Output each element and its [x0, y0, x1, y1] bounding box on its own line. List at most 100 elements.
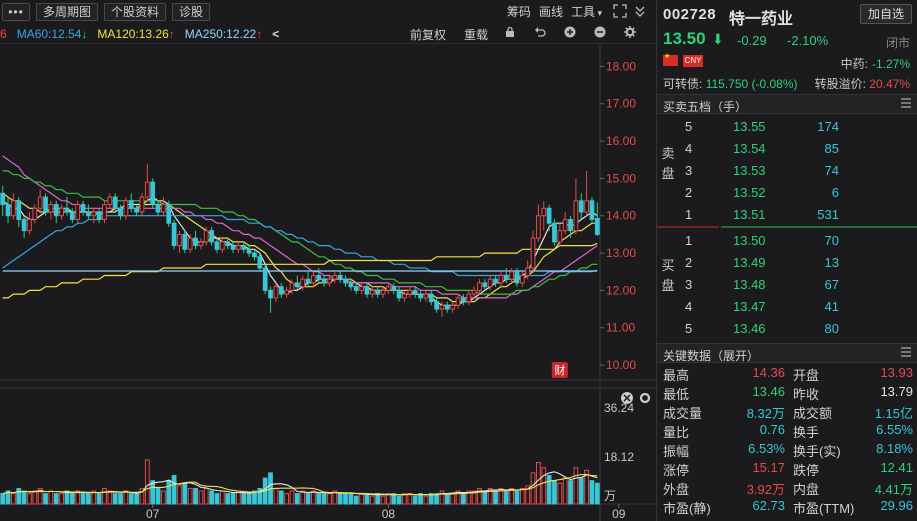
price: 13.53: [733, 163, 766, 178]
volume-bar: [423, 495, 429, 505]
price: 13.54: [733, 141, 766, 156]
bid-row[interactable]: 5 13.46 80: [679, 318, 917, 340]
candle-body: [241, 245, 247, 250]
stock-info-button[interactable]: 个股资料: [104, 3, 167, 21]
keydata-row: 振幅 6.53% 换手(实) 8.18%: [657, 439, 917, 459]
menu-icon[interactable]: [900, 346, 912, 361]
candle-body: [48, 204, 54, 213]
more-button[interactable]: •••: [2, 3, 30, 21]
ma60-value: MA60:12.54↓: [16, 26, 88, 41]
candle-body: [134, 207, 139, 213]
volume-bar: [225, 493, 231, 505]
candle-body: [128, 200, 134, 209]
candle-body: [407, 289, 413, 295]
candle-body: [236, 245, 241, 250]
event-marker: 财: [554, 363, 565, 377]
diagnose-button[interactable]: 诊股: [172, 3, 211, 21]
sector-change[interactable]: 中药: -1.27%: [841, 55, 910, 72]
volume-bar: [321, 493, 327, 505]
multi-period-button[interactable]: 多周期图: [36, 3, 99, 21]
chips-button[interactable]: 筹码: [507, 3, 531, 20]
kline-chart[interactable]: 18.00 17.00 16.00 15.00 14.00 13.00 12.00 11.00…: [0, 44, 656, 521]
volume-bar: [187, 487, 193, 505]
keydata-header[interactable]: 关键数据（展开）: [657, 343, 917, 363]
candle-body: [230, 245, 236, 250]
collapse-double-icon[interactable]: [632, 4, 648, 20]
candle-body: [359, 286, 364, 291]
market-status: 闭市: [885, 36, 910, 50]
overlay-button[interactable]: 重载: [464, 26, 488, 43]
candle-body: [444, 304, 450, 310]
volume-bar: [48, 490, 54, 505]
volume: 85: [824, 141, 839, 156]
candle-body: [348, 282, 354, 288]
candle-body: [187, 237, 193, 250]
bid-row[interactable]: 1 13.50 70: [679, 230, 917, 252]
ask-row[interactable]: 1 13.51 531: [679, 204, 917, 226]
price: 13.52: [733, 185, 766, 200]
zoom-out-icon[interactable]: [592, 26, 608, 42]
key-value: 15.17: [752, 460, 785, 475]
gear-icon[interactable]: [622, 26, 638, 42]
candle-body: [69, 211, 75, 220]
expand-icon[interactable]: [612, 3, 628, 20]
ask-row[interactable]: 5 13.55 174: [679, 116, 917, 138]
add-watchlist-button[interactable]: 加自选: [859, 4, 912, 24]
candle-body: [412, 289, 418, 295]
candle-body: [402, 293, 407, 299]
volume-bar: [482, 490, 488, 505]
tools-dropdown[interactable]: 工具: [571, 3, 602, 20]
ask-row[interactable]: 2 13.52 6: [679, 182, 917, 204]
bid-row[interactable]: 3 13.48 67: [679, 274, 917, 296]
menu-icon[interactable]: [900, 97, 912, 112]
bid-row[interactable]: 4 13.47 41: [679, 296, 917, 318]
convertible-bond[interactable]: 可转债: 115.750 (-0.08%): [663, 75, 798, 92]
key-value: 13.93: [880, 365, 913, 380]
volume-bar: [369, 495, 375, 505]
collapse-legend-button[interactable]: <: [272, 27, 279, 41]
candle-body: [514, 271, 520, 284]
candle-body: [568, 218, 573, 232]
volume-bar: [96, 493, 102, 505]
candle-body: [171, 222, 177, 247]
price-tick-label: 18.00: [606, 59, 636, 73]
draw-line-button[interactable]: 画线: [539, 3, 563, 20]
quote-panel: 002728 特一药业 加自选 13.50 ⬇ -0.29 -2.10% 闭市 …: [656, 0, 917, 521]
volume: 74: [824, 163, 839, 178]
candle-body: [289, 282, 295, 291]
candle-body: [21, 218, 27, 232]
key-value: 13.46: [752, 384, 785, 399]
candle-body: [450, 304, 456, 310]
keydata-row: 最低 13.46 昨收 13.79: [657, 382, 917, 402]
orderbook-header[interactable]: 买卖五档（手）: [657, 94, 917, 114]
ma60-line: [2, 215, 598, 277]
volume: 174: [817, 119, 839, 134]
candle-body: [375, 289, 381, 295]
ask-row[interactable]: 3 13.53 74: [679, 160, 917, 182]
price-tick-label: 17.00: [606, 97, 636, 111]
lock-icon[interactable]: [502, 26, 518, 42]
zoom-in-icon[interactable]: [562, 26, 578, 42]
candle-body: [391, 286, 397, 291]
volume-bar: [337, 493, 343, 505]
price: 13.48: [733, 277, 766, 292]
ask-row[interactable]: 4 13.54 85: [679, 138, 917, 160]
volume-bar: [241, 493, 247, 505]
bid-row[interactable]: 2 13.49 13: [679, 252, 917, 274]
undo-icon[interactable]: [532, 26, 548, 42]
key-value: 12.41: [880, 460, 913, 475]
candle-body: [466, 293, 472, 303]
fq-button[interactable]: 前复权: [410, 26, 446, 43]
volume-bar: [134, 493, 139, 505]
candle-body: [246, 248, 252, 254]
last-price: 13.50: [663, 29, 706, 48]
volume-bar: [118, 493, 123, 505]
volume-tick-label: 18.12: [604, 450, 634, 464]
orderbook-title: 买卖五档（手）: [663, 100, 748, 114]
candle-body: [584, 200, 589, 213]
volume-bar: [102, 487, 107, 505]
gear-icon[interactable]: [639, 392, 651, 404]
keydata-row: 成交量 8.32万 成交额 1.15亿: [657, 401, 917, 421]
volume-bar: [311, 490, 316, 505]
price-tick-label: 12.00: [606, 283, 636, 297]
